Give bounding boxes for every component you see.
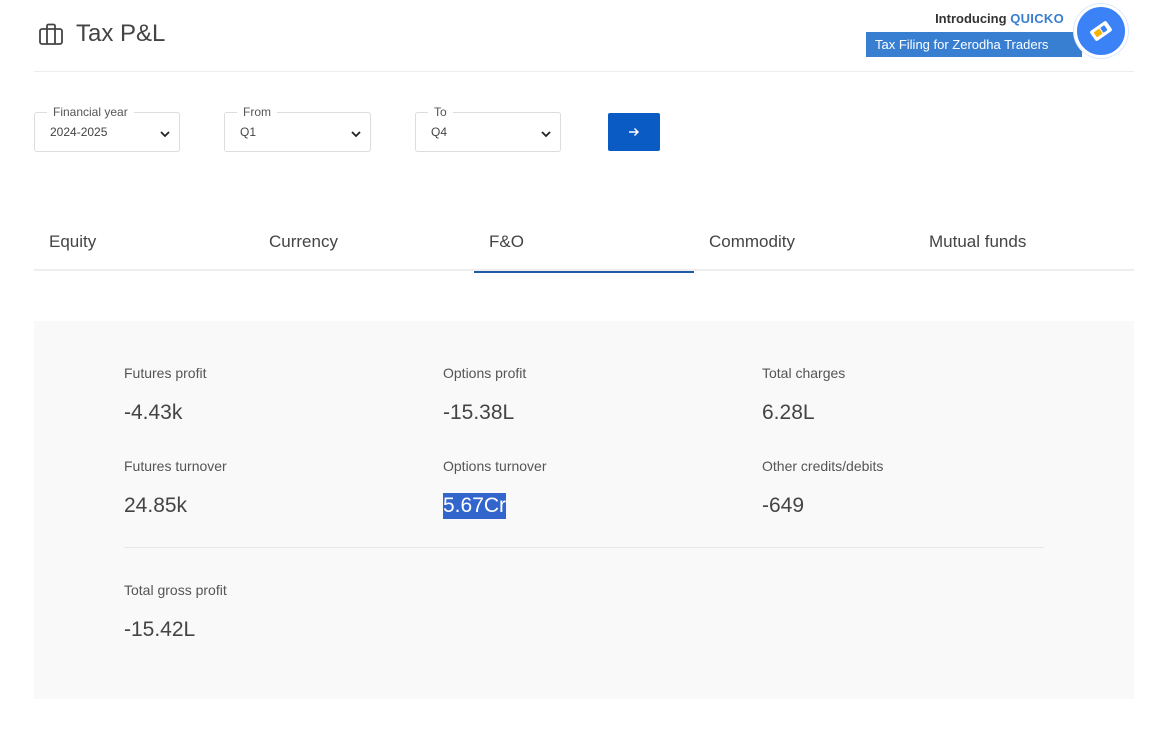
fno-summary-panel: Futures profit -4.43k Options profit -15… <box>34 321 1134 699</box>
to-quarter-select[interactable]: To Q4 <box>415 105 561 152</box>
arrow-right-icon <box>628 124 640 140</box>
stat-total-charges: Total charges 6.28L <box>762 364 1042 426</box>
stat-value: 6.28L <box>762 401 815 424</box>
promo-brand: QUICKO <box>1010 11 1064 26</box>
briefcase-icon <box>38 21 64 47</box>
stat-label: Total gross profit <box>124 582 227 598</box>
stat-label: Futures turnover <box>124 458 227 474</box>
stat-options-profit: Options profit -15.38L <box>443 364 723 426</box>
from-value: Q1 <box>240 125 257 139</box>
tab-fno[interactable]: F&O <box>474 222 694 273</box>
chevron-down-icon <box>350 127 362 145</box>
stat-value: -15.42L <box>124 618 196 641</box>
stat-value: 24.85k <box>124 494 188 517</box>
stat-total-gross-profit: Total gross profit -15.42L <box>124 581 404 643</box>
chevron-down-icon <box>540 127 552 145</box>
stat-label: Total charges <box>762 365 846 381</box>
stat-value-selected: 5.67Cr <box>443 493 507 519</box>
quicko-promo[interactable]: Introducing QUICKO Tax Filing for Zerodh… <box>866 4 1128 60</box>
stat-futures-profit: Futures profit -4.43k <box>124 364 404 426</box>
stat-label: Options profit <box>443 365 527 381</box>
tax-pnl-page: Tax P&L Introducing QUICKO Tax Filing fo… <box>0 0 1174 734</box>
page-header: Tax P&L Introducing QUICKO Tax Filing fo… <box>34 0 1134 72</box>
from-quarter-select[interactable]: From Q1 <box>224 105 371 152</box>
tab-commodity[interactable]: Commodity <box>694 222 914 271</box>
financial-year-label: Financial year <box>47 105 134 119</box>
from-label: From <box>237 105 277 119</box>
tab-currency[interactable]: Currency <box>254 222 474 271</box>
promo-intro-text: Introducing <box>935 11 1007 26</box>
go-button[interactable] <box>608 113 660 151</box>
title-wrap: Tax P&L <box>38 20 165 48</box>
stat-label: Futures profit <box>124 365 207 381</box>
stat-options-turnover: Options turnover 5.67Cr <box>443 457 723 519</box>
financial-year-value: 2024-2025 <box>50 125 108 139</box>
stat-other-credits-debits: Other credits/debits -649 <box>762 457 1042 519</box>
financial-year-select[interactable]: Financial year 2024-2025 <box>34 105 180 152</box>
stat-value: -15.38L <box>443 401 515 424</box>
stat-label: Options turnover <box>443 458 547 474</box>
tab-mutual-funds[interactable]: Mutual funds <box>914 222 1134 271</box>
to-value: Q4 <box>431 125 448 139</box>
tab-equity[interactable]: Equity <box>34 222 254 271</box>
stat-futures-turnover: Futures turnover 24.85k <box>124 457 404 519</box>
page-title: Tax P&L <box>76 20 166 47</box>
segment-tabs: Equity Currency F&O Commodity Mutual fun… <box>34 222 1134 273</box>
to-label: To <box>428 105 453 119</box>
stat-label: Other credits/debits <box>762 458 884 474</box>
quicko-logo-icon <box>1074 4 1128 58</box>
promo-intro: Introducing QUICKO <box>935 11 1064 26</box>
promo-banner[interactable]: Tax Filing for Zerodha Traders <box>866 32 1082 57</box>
stat-value: -649 <box>762 494 805 517</box>
stat-value: -4.43k <box>124 401 183 424</box>
summary-divider <box>124 547 1044 548</box>
chevron-down-icon <box>159 127 171 145</box>
